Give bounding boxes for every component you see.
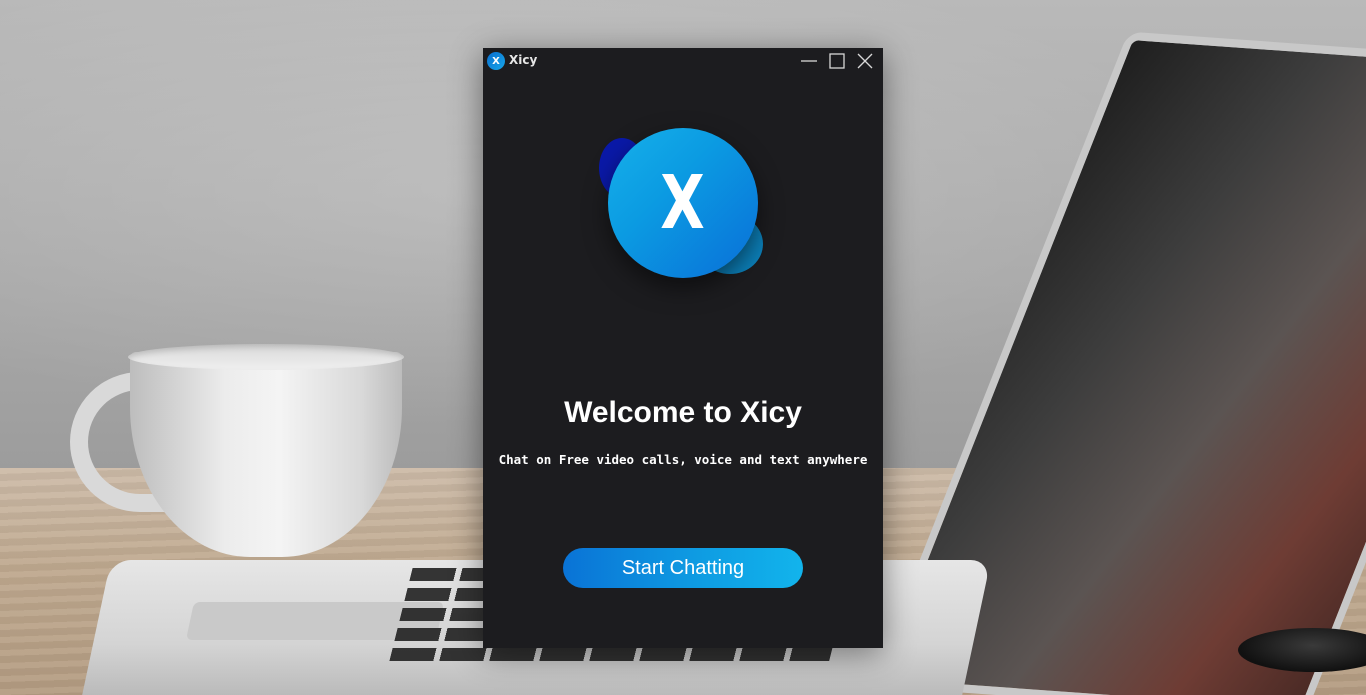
app-window: X Xicy X Welcome to Xicy Chat on Free vi…	[483, 48, 883, 648]
window-title: Xicy	[509, 53, 538, 67]
logo-circle: X	[608, 128, 758, 278]
minimize-icon	[801, 60, 817, 62]
close-button[interactable]	[855, 51, 875, 71]
welcome-subtitle: Chat on Free video calls, voice and text…	[498, 452, 868, 467]
maximize-button[interactable]	[827, 51, 847, 71]
welcome-title: Welcome to Xicy	[564, 396, 802, 429]
xicy-logo: X	[595, 126, 765, 286]
desktop-background: X Xicy X Welcome to Xicy Chat on Free vi…	[0, 0, 1366, 695]
logo-letter: X	[660, 160, 706, 246]
maximize-icon	[829, 53, 845, 69]
app-icon: X	[487, 52, 505, 70]
title-bar[interactable]: X Xicy	[483, 48, 883, 72]
app-icon-letter: X	[492, 55, 500, 67]
window-controls	[799, 51, 875, 71]
close-icon	[857, 53, 873, 69]
start-chatting-button[interactable]: Start Chatting	[563, 548, 803, 588]
minimize-button[interactable]	[799, 51, 819, 71]
cup-rim	[128, 344, 404, 370]
